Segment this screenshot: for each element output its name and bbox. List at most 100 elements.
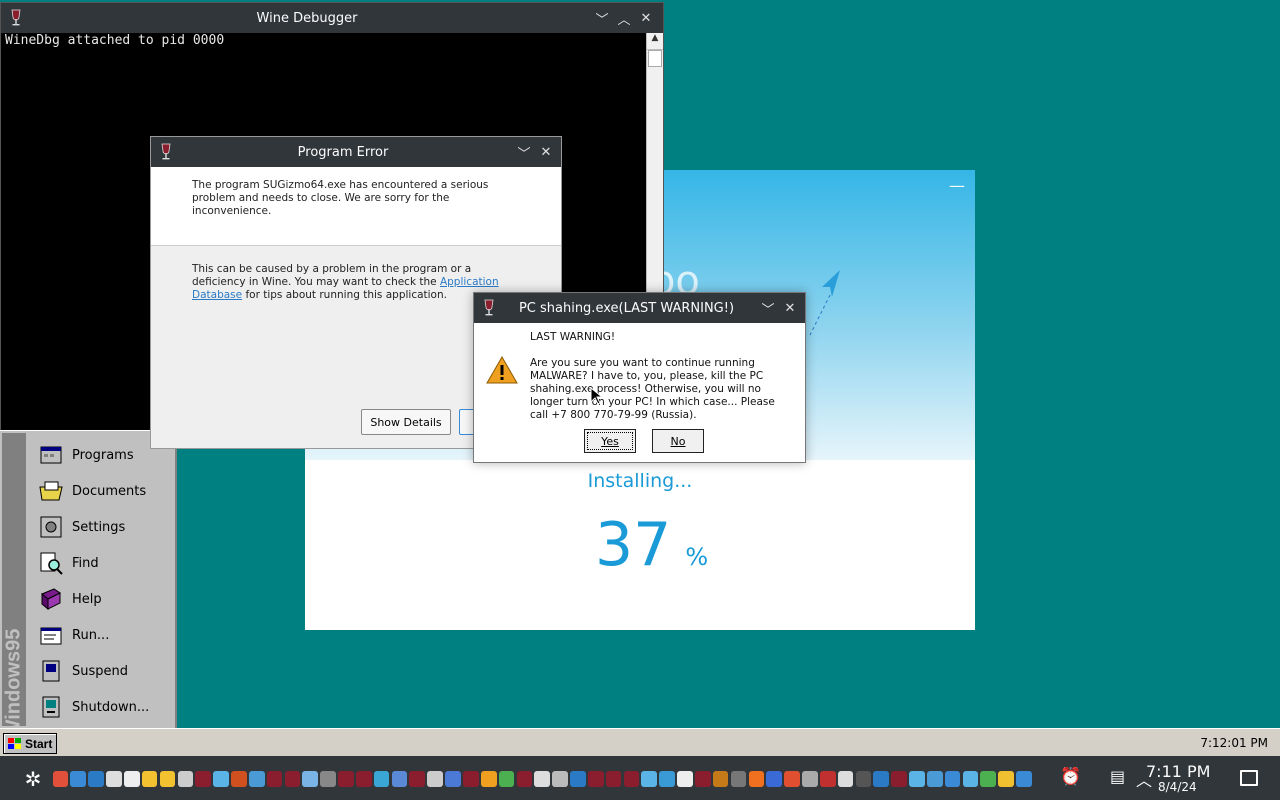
task-icon[interactable] [552, 771, 568, 787]
wine-task-icon[interactable] [463, 771, 479, 787]
task-icon[interactable] [570, 771, 586, 787]
task-icon[interactable] [659, 771, 675, 787]
task-icon[interactable] [445, 771, 461, 787]
start-menu-item-label: Help [72, 591, 102, 607]
chevron-down-icon[interactable]: ﹀ [591, 7, 613, 29]
start-menu-item-shutdown[interactable]: Shutdown... [38, 689, 149, 725]
task-icon[interactable] [730, 771, 747, 787]
task-icon[interactable] [88, 771, 104, 787]
task-icon[interactable] [926, 771, 943, 787]
task-icon[interactable] [766, 771, 782, 787]
wine-task-icon[interactable] [516, 771, 533, 787]
wine-task-icon[interactable] [338, 771, 354, 787]
task-icon[interactable] [784, 771, 800, 787]
wine-glass-icon [484, 299, 494, 316]
start-menu-item-settings[interactable]: Settings [38, 509, 125, 545]
start-menu-item-suspend[interactable]: Suspend [38, 653, 128, 689]
wine-task-icon[interactable] [266, 771, 283, 787]
wine-debugger-titlebar[interactable]: Wine Debugger ﹀ ︿ ✕ [1, 3, 663, 33]
documents-icon [39, 481, 63, 501]
show-details-button[interactable]: Show Details [361, 409, 451, 435]
task-icon[interactable] [123, 771, 140, 787]
task-icon[interactable] [819, 771, 836, 787]
wine-task-icon[interactable] [605, 771, 622, 787]
warning-titlebar[interactable]: PC shahing.exe(LAST WARNING!) ﹀ ✕ [474, 293, 805, 323]
task-icon[interactable] [712, 771, 729, 787]
paper-plane-icon [809, 270, 840, 336]
task-icon[interactable] [248, 771, 265, 787]
task-icon[interactable] [480, 771, 497, 787]
task-icon[interactable] [980, 771, 997, 787]
wine-task-icon[interactable] [587, 771, 604, 787]
chevron-down-icon[interactable]: ﹀ [513, 141, 535, 163]
task-icon[interactable] [106, 771, 122, 787]
maximize-button[interactable]: ︿ [613, 7, 635, 29]
start-menu-item-label: Find [72, 555, 99, 571]
task-icon[interactable] [302, 771, 319, 787]
task-icon[interactable] [641, 771, 658, 787]
task-icon[interactable] [52, 771, 69, 787]
task-icon[interactable] [320, 771, 336, 787]
task-icon[interactable] [998, 771, 1014, 787]
start-menu-item-programs[interactable]: Programs [38, 437, 134, 473]
hint-text-end: for tips about running this application. [245, 289, 447, 301]
close-icon[interactable]: ✕ [635, 7, 657, 29]
task-icon[interactable] [855, 771, 872, 787]
task-icon[interactable] [1016, 771, 1032, 787]
task-icon[interactable] [159, 771, 176, 787]
start-menu-item-help[interactable]: Help [38, 581, 102, 617]
task-icon[interactable] [944, 771, 961, 787]
installer-minimize-button[interactable]: — [949, 176, 965, 195]
panel-date[interactable]: 8/4/24 [1158, 780, 1197, 794]
task-icon[interactable] [70, 771, 87, 787]
wine-task-icon[interactable] [195, 771, 211, 787]
show-desktop-icon[interactable] [1240, 770, 1258, 786]
task-icon[interactable] [391, 771, 408, 787]
task-icon[interactable] [748, 771, 765, 787]
task-icon[interactable] [498, 771, 515, 787]
start-menu-item-label: Shutdown... [72, 699, 150, 715]
close-icon[interactable]: ✕ [535, 141, 557, 163]
win95-taskbar: Start 7:12:01 PM [0, 728, 1280, 757]
yes-button[interactable]: Yes [584, 429, 636, 453]
task-icon[interactable] [962, 771, 979, 787]
no-button[interactable]: No [652, 429, 704, 453]
start-button[interactable]: Start [3, 733, 57, 754]
task-icon[interactable] [177, 771, 194, 787]
start-menu-item-find[interactable]: Find [38, 545, 99, 581]
task-icon[interactable] [373, 771, 390, 787]
install-percent-unit: % [685, 543, 709, 571]
task-icon[interactable] [873, 771, 890, 787]
wine-task-icon[interactable] [409, 771, 426, 787]
wine-task-icon[interactable] [623, 771, 640, 787]
clipboard-icon[interactable]: ▤ [1110, 767, 1125, 786]
task-icon[interactable] [802, 771, 818, 787]
scroll-up-icon[interactable]: ▲ [647, 33, 663, 50]
warning-message: LAST WARNING! Are you sure you want to c… [530, 331, 790, 422]
task-icon[interactable] [837, 771, 854, 787]
task-icon[interactable] [213, 771, 229, 787]
notifications-bell-icon[interactable]: ⏰ [1060, 767, 1081, 787]
debugger-console-text: WineDbg attached to pid 0000 [5, 33, 225, 48]
wine-task-icon[interactable] [891, 771, 907, 787]
programs-icon [40, 446, 62, 464]
system-tray: ⏰ ▤ ︿ 7:11 PM 8/4/24 [1040, 756, 1280, 800]
scroll-thumb[interactable] [648, 50, 662, 67]
panel-time[interactable]: 7:11 PM [1146, 762, 1210, 781]
start-menu-item-label: Settings [72, 519, 126, 535]
task-icon[interactable] [427, 771, 443, 787]
task-icon[interactable] [231, 771, 247, 787]
wine-task-icon[interactable] [355, 771, 372, 787]
task-icon[interactable] [677, 771, 693, 787]
task-icon[interactable] [141, 771, 158, 787]
close-icon[interactable]: ✕ [779, 297, 801, 319]
wine-task-icon[interactable] [284, 771, 301, 787]
chevron-down-icon[interactable]: ﹀ [757, 297, 779, 319]
application-launcher-icon[interactable]: ✲ [20, 766, 46, 792]
task-icon[interactable] [909, 771, 925, 787]
wine-task-icon[interactable] [694, 771, 711, 787]
start-menu-item-documents[interactable]: Documents [38, 473, 146, 509]
program-error-titlebar[interactable]: Program Error ﹀ ✕ [151, 137, 561, 167]
start-menu-item-run[interactable]: Run... [38, 617, 109, 653]
task-icon[interactable] [534, 771, 551, 787]
